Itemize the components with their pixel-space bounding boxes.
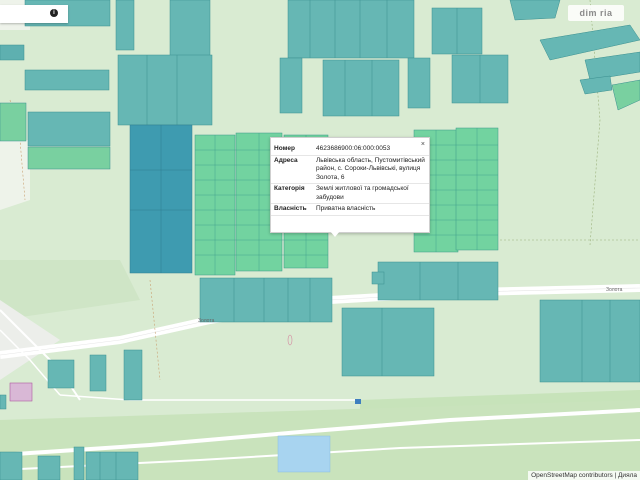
land-parcel — [123, 349, 143, 401]
map-canvas[interactable] — [0, 0, 640, 480]
row-value: Приватна власність — [316, 205, 376, 212]
field-area — [0, 140, 30, 210]
land-parcel — [27, 111, 111, 147]
road-label: Золота — [198, 318, 215, 324]
land-parcel — [279, 57, 303, 114]
road-label: Золота — [606, 287, 623, 293]
row-label: Категорія — [274, 185, 305, 192]
land-parcel — [0, 451, 23, 480]
row-label: Номер — [274, 145, 295, 152]
info-icon[interactable]: i — [50, 9, 58, 17]
land-parcel — [47, 359, 75, 389]
table-row: Адреса Львівська область, Пустомитівськи… — [271, 155, 429, 184]
land-parcel — [115, 0, 135, 51]
land-parcel — [85, 451, 139, 480]
land-parcel — [0, 394, 7, 410]
search-box[interactable]: i — [0, 5, 68, 23]
table-row: Власність Приватна власність — [271, 204, 429, 215]
land-parcel — [199, 277, 333, 323]
row-value: Землі житлової та громадської забудови — [316, 185, 409, 201]
row-label: Адреса — [274, 156, 298, 164]
close-icon[interactable]: × — [421, 141, 425, 148]
land-parcel — [89, 354, 107, 392]
land-parcel — [509, 0, 561, 21]
land-parcel — [0, 44, 25, 61]
water-area — [277, 435, 331, 473]
land-parcel — [37, 455, 61, 480]
bus-stop-icon — [355, 399, 361, 404]
building — [9, 382, 33, 402]
parcel-info-popup: × Номер 4623686900:06:000:0053 Адреса Ль… — [270, 137, 430, 233]
land-parcel — [24, 69, 110, 91]
parcel-info-table: Номер 4623686900:06:000:0053 Адреса Льві… — [271, 144, 429, 216]
land-parcel — [377, 261, 499, 301]
land-parcel — [117, 54, 213, 126]
land-parcel — [27, 146, 111, 170]
land-parcel — [407, 57, 431, 109]
table-row: Номер 4623686900:06:000:0053 — [271, 144, 429, 155]
row-value: Львівська область, Пустомитівський район… — [316, 156, 425, 181]
land-parcel — [341, 307, 435, 377]
row-value: 4623686900:06:000:0053 — [316, 145, 391, 152]
land-parcel — [169, 0, 211, 57]
dim-ria-logo: dim ria — [568, 5, 624, 21]
row-label: Власність — [274, 205, 307, 212]
popup-tail — [330, 231, 340, 237]
table-row: Категорія Землі житлової та громадської … — [271, 184, 429, 204]
land-parcel — [371, 271, 385, 285]
land-parcel — [73, 446, 85, 480]
land-parcel — [287, 0, 415, 59]
map-attribution[interactable]: OpenStreetMap contributors | Дияла — [528, 471, 640, 480]
land-parcel — [322, 59, 400, 117]
land-parcel — [0, 102, 27, 142]
land-parcel — [539, 299, 640, 383]
